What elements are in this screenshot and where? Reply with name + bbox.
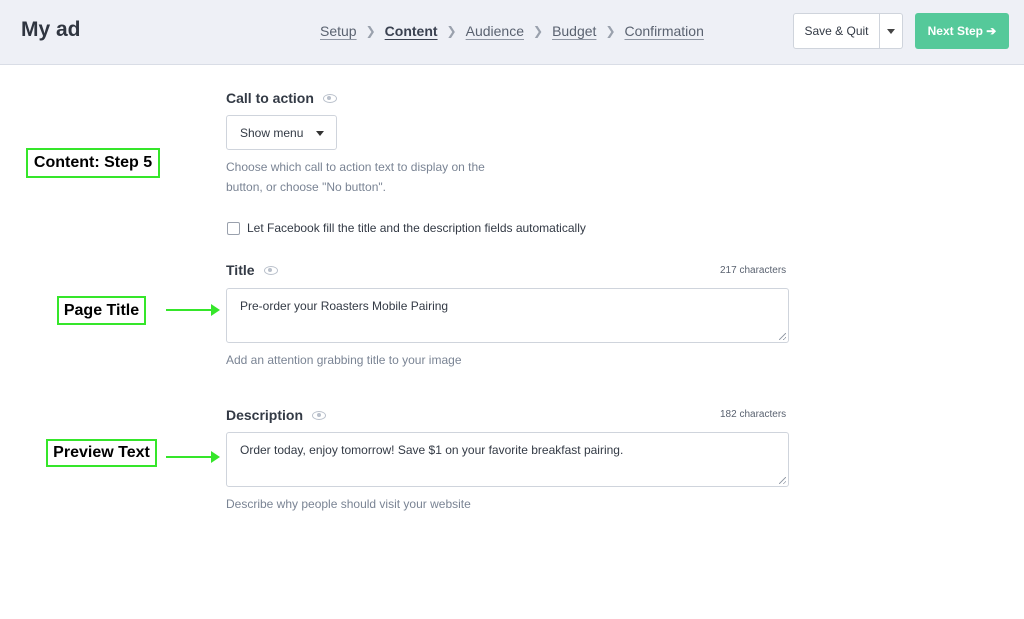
title-input[interactable]: Pre-order your Roasters Mobile Pairing [226, 288, 789, 343]
chevron-right-icon: ❯ [605, 24, 616, 38]
description-label: Description [226, 407, 304, 423]
cta-help-line: Choose which call to action text to disp… [226, 160, 485, 174]
description-label-row: Description [226, 407, 327, 423]
step-confirmation[interactable]: Confirmation [625, 23, 704, 39]
page-title: My ad [21, 18, 81, 41]
chevron-right-icon: ❯ [446, 24, 457, 38]
arrow-right-icon [166, 304, 220, 316]
description-char-counter: 182 characters [720, 409, 787, 420]
title-char-counter: 217 characters [720, 265, 787, 276]
description-input[interactable]: Order today, enjoy tomorrow! Save $1 on … [226, 432, 789, 487]
next-step-button[interactable]: Next Step ➔ [915, 13, 1009, 49]
cta-label-row: Call to action [226, 90, 337, 106]
description-help-text: Describe why people should visit your we… [226, 497, 471, 511]
step-audience[interactable]: Audience [466, 23, 524, 39]
save-quit-group: Save & Quit [793, 13, 903, 49]
title-input-value: Pre-order your Roasters Mobile Pairing [240, 299, 449, 313]
resize-handle-icon[interactable] [779, 333, 786, 340]
cta-label: Call to action [226, 90, 314, 106]
autofill-label[interactable]: Let Facebook fill the title and the desc… [247, 221, 586, 235]
step-breadcrumb: Setup ❯ Content ❯ Audience ❯ Budget ❯ Co… [320, 23, 704, 39]
description-input-value: Order today, enjoy tomorrow! Save $1 on … [240, 443, 624, 457]
eye-icon[interactable] [322, 93, 337, 103]
chevron-right-icon: ❯ [533, 24, 544, 38]
annotation-preview-text: Preview Text [46, 439, 157, 467]
arrow-right-icon [166, 451, 220, 463]
step-content[interactable]: Content [385, 23, 438, 39]
step-budget[interactable]: Budget [552, 23, 596, 39]
chevron-down-icon [316, 131, 324, 136]
eye-icon[interactable] [312, 410, 327, 420]
autofill-checkbox[interactable] [227, 222, 240, 235]
resize-handle-icon[interactable] [779, 477, 786, 484]
annotation-step: Content: Step 5 [26, 148, 160, 178]
cta-selected-value: Show menu [240, 125, 304, 140]
annotation-page-title: Page Title [57, 296, 146, 325]
top-header: My ad Setup ❯ Content ❯ Audience ❯ Budge… [0, 0, 1024, 65]
title-label: Title [226, 262, 255, 278]
cta-help-text: Choose which call to action text to disp… [226, 157, 485, 197]
cta-help-line: button, or choose "No button". [226, 180, 386, 194]
cta-select[interactable]: Show menu [226, 115, 337, 150]
eye-icon[interactable] [263, 265, 278, 275]
title-help-text: Add an attention grabbing title to your … [226, 353, 462, 367]
chevron-right-icon: ❯ [365, 24, 376, 38]
save-quit-button[interactable]: Save & Quit [793, 13, 880, 49]
save-options-dropdown[interactable] [880, 13, 903, 49]
chevron-down-icon [887, 28, 895, 34]
step-setup[interactable]: Setup [320, 23, 357, 39]
title-label-row: Title [226, 262, 278, 278]
